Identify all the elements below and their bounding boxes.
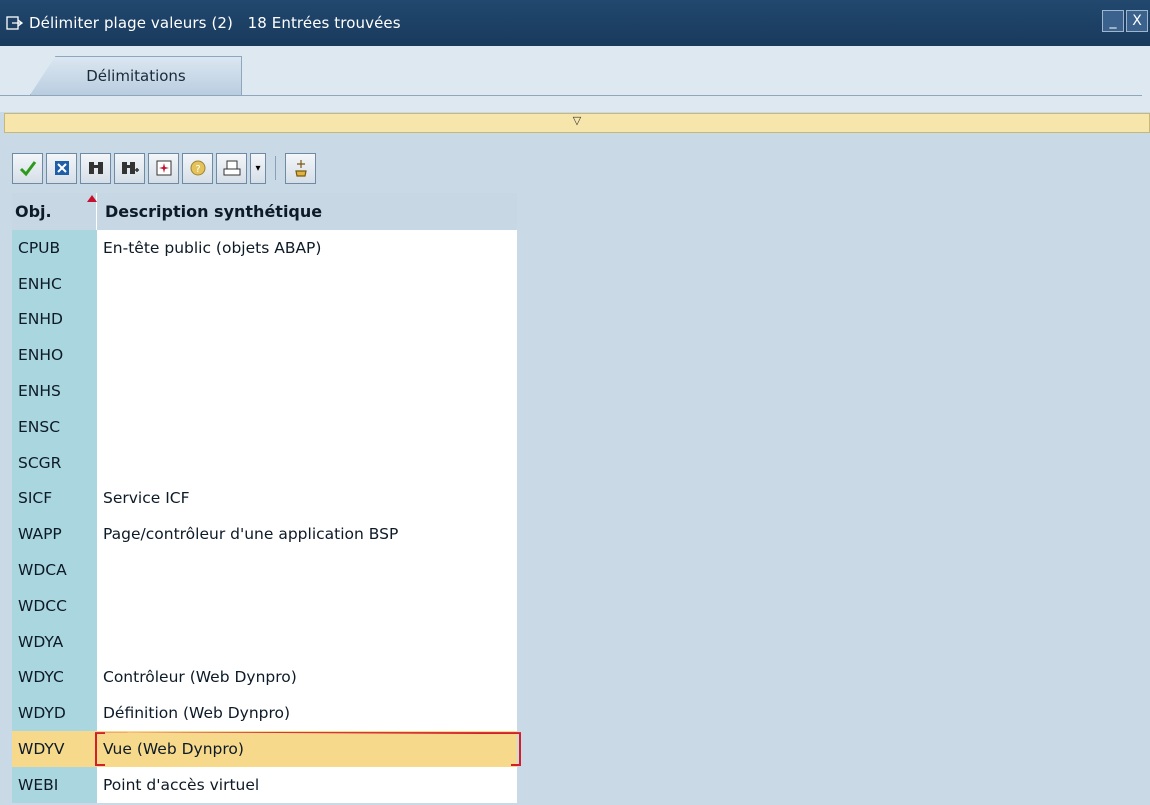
cell-description[interactable] — [97, 444, 517, 481]
table-row[interactable]: SICF Service ICF — [12, 480, 517, 517]
find-next-icon — [121, 162, 139, 174]
cell-description[interactable] — [97, 587, 517, 624]
cell-description[interactable]: Définition (Web Dynpro) — [97, 695, 517, 732]
cell-obj[interactable]: SICF — [12, 480, 97, 517]
sort-ascending-icon — [87, 195, 97, 202]
column-header-description[interactable]: Description synthétique — [97, 193, 517, 230]
table-row[interactable]: ENHC — [12, 265, 517, 302]
collapse-triangle-icon: ▽ — [572, 114, 582, 127]
cell-obj[interactable]: WDYV — [12, 731, 97, 767]
table-row[interactable]: WDCA — [12, 552, 517, 588]
cell-description[interactable]: Service ICF — [97, 480, 517, 517]
cell-description[interactable] — [97, 301, 517, 338]
toolbar: ? ▾ — [12, 151, 316, 185]
title-bar: Délimiter plage valeurs (2) 18 Entrées t… — [0, 0, 1150, 46]
results-table: Obj. Description synthétique CPUB En-tête… — [12, 193, 517, 803]
cell-obj[interactable]: WAPP — [12, 516, 97, 553]
find-next-button[interactable] — [114, 152, 145, 184]
print-icon — [223, 160, 240, 176]
personalize-icon — [294, 160, 307, 177]
table-header: Obj. Description synthétique — [12, 193, 517, 230]
tab-divider — [0, 95, 1142, 96]
cell-description[interactable]: Page/contrôleur d'une application BSP — [97, 516, 517, 553]
cell-obj[interactable]: ENHS — [12, 373, 97, 409]
cell-obj[interactable]: WDCC — [12, 587, 97, 624]
new-selection-button[interactable] — [148, 152, 179, 184]
cell-description[interactable]: Vue (Web Dynpro) — [97, 731, 517, 767]
check-icon — [19, 161, 36, 177]
column-header-description-label: Description synthétique — [105, 202, 323, 221]
table-row[interactable]: ENHD — [12, 301, 517, 338]
table-row[interactable]: SCGR — [12, 444, 517, 481]
cell-description[interactable] — [97, 552, 517, 588]
cell-description[interactable] — [97, 623, 517, 660]
help-icon: ? — [190, 160, 205, 176]
cell-obj[interactable]: CPUB — [12, 230, 97, 266]
cell-description[interactable]: Contrôleur (Web Dynpro) — [97, 659, 517, 696]
cell-obj[interactable]: WDYC — [12, 659, 97, 696]
continue-button[interactable] — [12, 152, 43, 184]
cancel-icon — [54, 161, 69, 175]
cell-obj[interactable]: ENHC — [12, 265, 97, 302]
minimize-icon: _ — [1109, 13, 1117, 29]
personalize-button[interactable] — [285, 152, 316, 184]
table-row[interactable]: WDYC Contrôleur (Web Dynpro) — [12, 659, 517, 696]
find-button[interactable] — [80, 152, 111, 184]
find-icon — [88, 162, 103, 174]
cell-description[interactable] — [97, 265, 517, 302]
cell-description[interactable] — [97, 408, 517, 445]
table-row[interactable]: CPUB En-tête public (objets ABAP) — [12, 230, 517, 266]
table-row[interactable]: ENSC — [12, 408, 517, 445]
svg-text:?: ? — [195, 164, 200, 175]
toolbar-separator — [275, 156, 276, 180]
cell-obj[interactable]: ENHD — [12, 301, 97, 338]
table-body: CPUB En-tête public (objets ABAP) ENHC ENHD… — [12, 230, 517, 803]
cancel-button[interactable] — [46, 152, 77, 184]
dropdown-arrow-icon: ▾ — [255, 162, 261, 174]
close-icon: X — [1132, 13, 1142, 29]
tab-label: Délimitations — [86, 67, 186, 85]
cell-obj[interactable]: WEBI — [12, 766, 97, 803]
table-row[interactable]: WDYD Définition (Web Dynpro) — [12, 695, 517, 732]
table-row[interactable]: WDYV Vue (Web Dynpro) — [12, 731, 517, 767]
column-header-obj[interactable]: Obj. — [12, 193, 97, 230]
close-button[interactable]: X — [1126, 10, 1148, 32]
cell-description[interactable] — [97, 373, 517, 409]
cell-description[interactable]: En-tête public (objets ABAP) — [97, 230, 517, 266]
cell-obj[interactable]: SCGR — [12, 444, 97, 481]
cell-obj[interactable]: ENHO — [12, 337, 97, 374]
print-options-dropdown[interactable]: ▾ — [250, 152, 266, 184]
cell-obj[interactable]: WDCA — [12, 552, 97, 588]
table-row[interactable]: ENHS — [12, 373, 517, 409]
table-row[interactable]: WEBI Point d'accès virtuel — [12, 766, 517, 803]
minimize-button[interactable]: _ — [1102, 10, 1124, 32]
cell-description[interactable]: Point d'accès virtuel — [97, 766, 517, 803]
table-row[interactable]: WDCC — [12, 587, 517, 624]
window-title: Délimiter plage valeurs (2) 18 Entrées t… — [29, 14, 401, 32]
tab-delimitations[interactable]: Délimitations — [30, 56, 242, 95]
collapse-selection-bar[interactable]: ▽ — [4, 113, 1150, 133]
cell-description[interactable] — [97, 337, 517, 374]
window-app-icon — [6, 16, 24, 30]
table-row[interactable]: WDYA — [12, 623, 517, 660]
print-button[interactable] — [216, 152, 247, 184]
cell-obj[interactable]: ENSC — [12, 408, 97, 445]
new-selection-icon — [156, 160, 171, 176]
cell-obj[interactable]: WDYA — [12, 623, 97, 660]
column-header-obj-label: Obj. — [15, 202, 52, 221]
tab-strip: Délimitations — [0, 46, 1150, 112]
table-row[interactable]: WAPP Page/contrôleur d'une application BS… — [12, 516, 517, 553]
help-button[interactable]: ? — [182, 152, 213, 184]
table-row[interactable]: ENHO — [12, 337, 517, 374]
cell-obj[interactable]: WDYD — [12, 695, 97, 732]
